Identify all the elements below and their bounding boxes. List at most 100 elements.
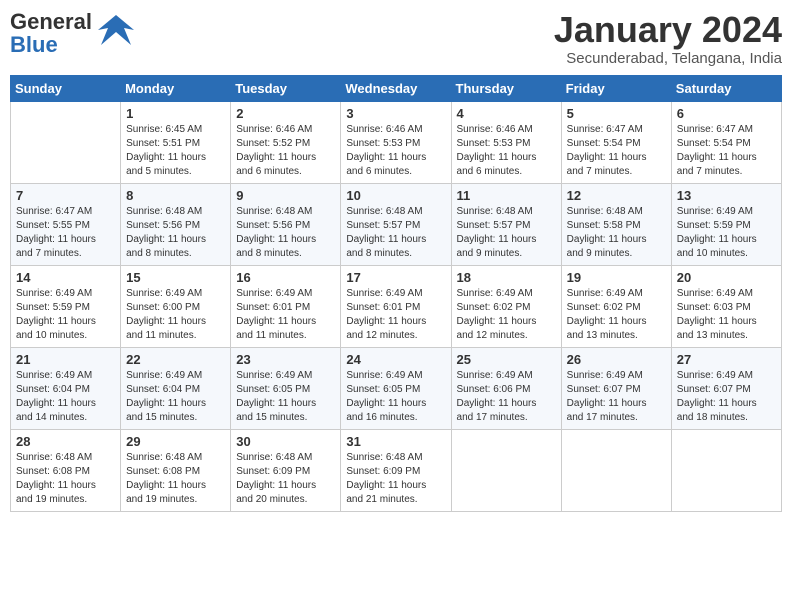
day-number: 27 (677, 352, 776, 367)
calendar-cell (11, 101, 121, 183)
calendar-cell: 8 Sunrise: 6:48 AM Sunset: 5:56 PM Daylig… (121, 183, 231, 265)
day-number: 20 (677, 270, 776, 285)
cell-content: Sunrise: 6:46 AM Sunset: 5:53 PM Dayligh… (346, 123, 445, 179)
cell-content: Sunrise: 6:48 AM Sunset: 5:57 PM Dayligh… (457, 205, 556, 261)
title-section: January 2024 Secunderabad, Telangana, In… (554, 10, 782, 67)
day-number: 6 (677, 106, 776, 121)
calendar-cell: 5 Sunrise: 6:47 AM Sunset: 5:54 PM Daylig… (561, 101, 671, 183)
day-number: 9 (236, 188, 335, 203)
calendar-cell: 21 Sunrise: 6:49 AM Sunset: 6:04 PM Dayli… (11, 347, 121, 429)
calendar-cell: 25 Sunrise: 6:49 AM Sunset: 6:06 PM Dayli… (451, 347, 561, 429)
day-number: 12 (567, 188, 666, 203)
logo-bird-icon (96, 10, 136, 57)
calendar-cell: 22 Sunrise: 6:49 AM Sunset: 6:04 PM Dayli… (121, 347, 231, 429)
day-number: 26 (567, 352, 666, 367)
cell-content: Sunrise: 6:48 AM Sunset: 5:57 PM Dayligh… (346, 205, 445, 261)
cell-content: Sunrise: 6:49 AM Sunset: 6:07 PM Dayligh… (567, 369, 666, 425)
calendar-cell: 6Sunrise: 6:47 AM Sunset: 5:54 PM Daylig… (671, 101, 781, 183)
week-row-4: 21 Sunrise: 6:49 AM Sunset: 6:04 PM Dayli… (11, 347, 782, 429)
calendar-cell: 11 Sunrise: 6:48 AM Sunset: 5:57 PM Dayli… (451, 183, 561, 265)
calendar-cell: 16 Sunrise: 6:49 AM Sunset: 6:01 PM Dayli… (231, 265, 341, 347)
header-wednesday: Wednesday (341, 75, 451, 101)
calendar-cell (561, 429, 671, 511)
cell-content: Sunrise: 6:49 AM Sunset: 5:59 PM Dayligh… (16, 287, 115, 343)
calendar-cell: 2 Sunrise: 6:46 AM Sunset: 5:52 PM Daylig… (231, 101, 341, 183)
cell-content: Sunrise: 6:49 AM Sunset: 5:59 PM Dayligh… (677, 205, 776, 261)
calendar-cell: 12 Sunrise: 6:48 AM Sunset: 5:58 PM Dayli… (561, 183, 671, 265)
day-number: 29 (126, 434, 225, 449)
cell-content: Sunrise: 6:49 AM Sunset: 6:01 PM Dayligh… (236, 287, 335, 343)
calendar-cell: 18Sunrise: 6:49 AM Sunset: 6:02 PM Dayli… (451, 265, 561, 347)
calendar-cell: 30 Sunrise: 6:48 AM Sunset: 6:09 PM Dayli… (231, 429, 341, 511)
day-number: 7 (16, 188, 115, 203)
calendar-cell: 13 Sunrise: 6:49 AM Sunset: 5:59 PM Dayli… (671, 183, 781, 265)
cell-content: Sunrise: 6:49 AM Sunset: 6:06 PM Dayligh… (457, 369, 556, 425)
calendar-cell: 28 Sunrise: 6:48 AM Sunset: 6:08 PM Dayli… (11, 429, 121, 511)
day-number: 5 (567, 106, 666, 121)
calendar-cell: 10 Sunrise: 6:48 AM Sunset: 5:57 PM Dayli… (341, 183, 451, 265)
logo-blue-text: Blue (10, 32, 58, 57)
month-title: January 2024 (554, 10, 782, 50)
day-number: 15 (126, 270, 225, 285)
header-thursday: Thursday (451, 75, 561, 101)
calendar-table: SundayMondayTuesdayWednesdayThursdayFrid… (10, 75, 782, 512)
day-number: 25 (457, 352, 556, 367)
header-friday: Friday (561, 75, 671, 101)
calendar-cell: 14Sunrise: 6:49 AM Sunset: 5:59 PM Dayli… (11, 265, 121, 347)
day-number: 30 (236, 434, 335, 449)
week-row-1: 1Sunrise: 6:45 AM Sunset: 5:51 PM Daylig… (11, 101, 782, 183)
day-number: 19 (567, 270, 666, 285)
cell-content: Sunrise: 6:47 AM Sunset: 5:54 PM Dayligh… (567, 123, 666, 179)
cell-content: Sunrise: 6:48 AM Sunset: 5:56 PM Dayligh… (126, 205, 225, 261)
cell-content: Sunrise: 6:48 AM Sunset: 6:08 PM Dayligh… (16, 451, 115, 507)
calendar-cell: 9 Sunrise: 6:48 AM Sunset: 5:56 PM Daylig… (231, 183, 341, 265)
cell-content: Sunrise: 6:49 AM Sunset: 6:05 PM Dayligh… (236, 369, 335, 425)
cell-content: Sunrise: 6:46 AM Sunset: 5:53 PM Dayligh… (457, 123, 556, 179)
cell-content: Sunrise: 6:47 AM Sunset: 5:55 PM Dayligh… (16, 205, 115, 261)
cell-content: Sunrise: 6:48 AM Sunset: 6:08 PM Dayligh… (126, 451, 225, 507)
header-row: SundayMondayTuesdayWednesdayThursdayFrid… (11, 75, 782, 101)
header-saturday: Saturday (671, 75, 781, 101)
cell-content: Sunrise: 6:49 AM Sunset: 6:05 PM Dayligh… (346, 369, 445, 425)
cell-content: Sunrise: 6:49 AM Sunset: 6:03 PM Dayligh… (677, 287, 776, 343)
calendar-cell: 15Sunrise: 6:49 AM Sunset: 6:00 PM Dayli… (121, 265, 231, 347)
day-number: 24 (346, 352, 445, 367)
logo: General Blue (10, 10, 136, 57)
cell-content: Sunrise: 6:49 AM Sunset: 6:04 PM Dayligh… (16, 369, 115, 425)
calendar-cell (451, 429, 561, 511)
cell-content: Sunrise: 6:48 AM Sunset: 5:58 PM Dayligh… (567, 205, 666, 261)
calendar-cell (671, 429, 781, 511)
day-number: 8 (126, 188, 225, 203)
day-number: 13 (677, 188, 776, 203)
day-number: 1 (126, 106, 225, 121)
cell-content: Sunrise: 6:48 AM Sunset: 5:56 PM Dayligh… (236, 205, 335, 261)
calendar-cell: 27Sunrise: 6:49 AM Sunset: 6:07 PM Dayli… (671, 347, 781, 429)
cell-content: Sunrise: 6:49 AM Sunset: 6:01 PM Dayligh… (346, 287, 445, 343)
calendar-cell: 17Sunrise: 6:49 AM Sunset: 6:01 PM Dayli… (341, 265, 451, 347)
day-number: 22 (126, 352, 225, 367)
calendar-cell: 4 Sunrise: 6:46 AM Sunset: 5:53 PM Daylig… (451, 101, 561, 183)
cell-content: Sunrise: 6:46 AM Sunset: 5:52 PM Dayligh… (236, 123, 335, 179)
cell-content: Sunrise: 6:48 AM Sunset: 6:09 PM Dayligh… (236, 451, 335, 507)
day-number: 11 (457, 188, 556, 203)
calendar-cell: 1Sunrise: 6:45 AM Sunset: 5:51 PM Daylig… (121, 101, 231, 183)
header-monday: Monday (121, 75, 231, 101)
day-number: 21 (16, 352, 115, 367)
day-number: 10 (346, 188, 445, 203)
calendar-cell: 7 Sunrise: 6:47 AM Sunset: 5:55 PM Daylig… (11, 183, 121, 265)
calendar-cell: 26 Sunrise: 6:49 AM Sunset: 6:07 PM Dayli… (561, 347, 671, 429)
cell-content: Sunrise: 6:49 AM Sunset: 6:04 PM Dayligh… (126, 369, 225, 425)
week-row-2: 7 Sunrise: 6:47 AM Sunset: 5:55 PM Daylig… (11, 183, 782, 265)
day-number: 31 (346, 434, 445, 449)
calendar-cell: 19Sunrise: 6:49 AM Sunset: 6:02 PM Dayli… (561, 265, 671, 347)
week-row-5: 28 Sunrise: 6:48 AM Sunset: 6:08 PM Dayli… (11, 429, 782, 511)
calendar-cell: 29 Sunrise: 6:48 AM Sunset: 6:08 PM Dayli… (121, 429, 231, 511)
logo-general-text: General (10, 9, 92, 34)
calendar-cell: 31Sunrise: 6:48 AM Sunset: 6:09 PM Dayli… (341, 429, 451, 511)
cell-content: Sunrise: 6:49 AM Sunset: 6:02 PM Dayligh… (457, 287, 556, 343)
day-number: 28 (16, 434, 115, 449)
day-number: 16 (236, 270, 335, 285)
day-number: 23 (236, 352, 335, 367)
day-number: 4 (457, 106, 556, 121)
day-number: 2 (236, 106, 335, 121)
